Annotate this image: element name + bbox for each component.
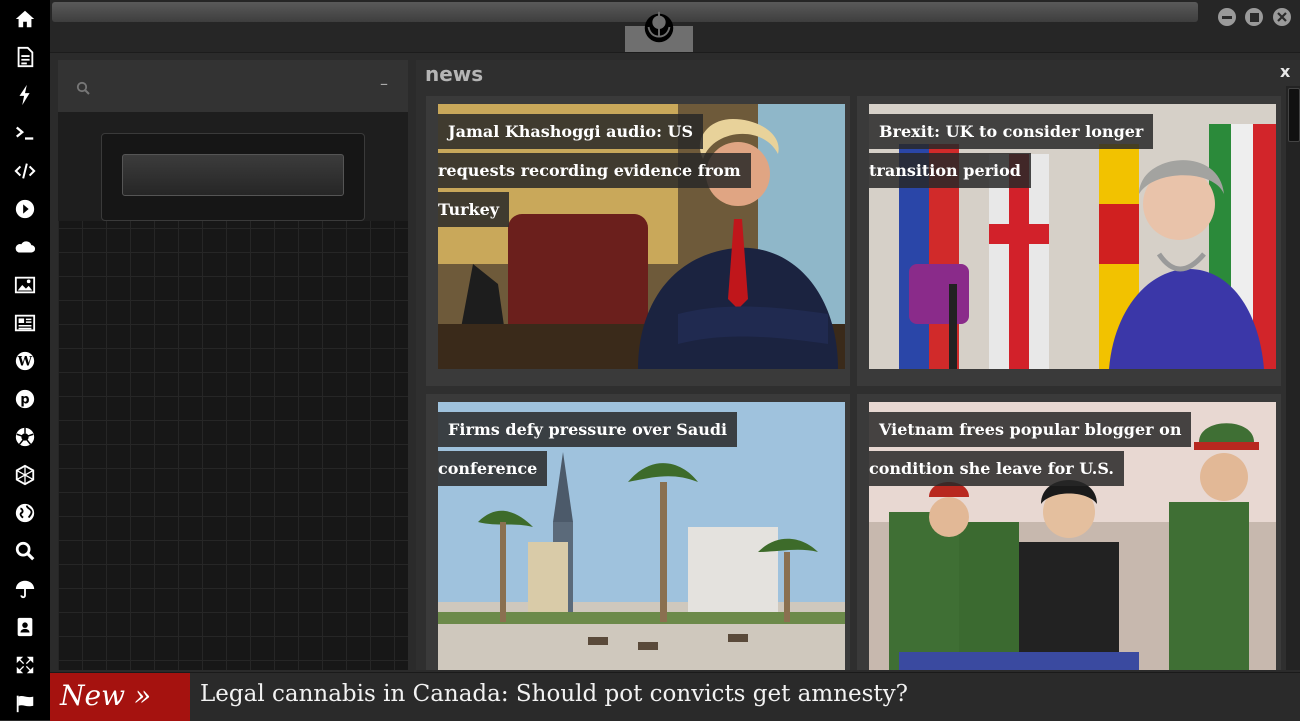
rebel-alliance-logo-icon xyxy=(644,11,674,43)
image-icon[interactable] xyxy=(12,272,38,298)
news-headline[interactable]: Jamal Khashoggi audio: US requests recor… xyxy=(438,112,768,229)
umbrella-icon[interactable] xyxy=(12,576,38,602)
document-icon[interactable] xyxy=(12,44,38,70)
code-icon[interactable] xyxy=(12,158,38,184)
collapse-button[interactable]: – xyxy=(380,74,388,93)
search-icon[interactable] xyxy=(12,538,38,564)
svg-text:W: W xyxy=(17,355,33,370)
widget-button[interactable] xyxy=(122,154,344,196)
news-headline[interactable]: Vietnam frees popular blogger on conditi… xyxy=(869,410,1199,488)
wordpress-icon[interactable]: W xyxy=(12,348,38,374)
left-panel: – xyxy=(58,60,408,670)
ticker-headline[interactable]: Legal cannabis in Canada: Should pot con… xyxy=(200,681,908,707)
news-headline[interactable]: Brexit: UK to consider longer transition… xyxy=(869,112,1199,190)
newspaper-icon[interactable] xyxy=(12,310,38,336)
sidebar: W p xyxy=(0,0,50,720)
news-panel: news x Jamal Khashoggi audio: US request… xyxy=(416,60,1300,670)
svg-text:p: p xyxy=(20,393,29,408)
news-card[interactable]: Vietnam frees popular blogger on conditi… xyxy=(857,394,1281,670)
left-panel-widget xyxy=(101,133,365,221)
news-card[interactable]: Brexit: UK to consider longer transition… xyxy=(857,96,1281,386)
lightning-icon[interactable] xyxy=(12,82,38,108)
news-ticker: New » Legal cannabis in Canada: Should p… xyxy=(50,672,1300,721)
cloud-icon[interactable] xyxy=(12,234,38,260)
address-bar[interactable] xyxy=(52,2,1198,22)
top-bar xyxy=(50,0,1300,53)
home-icon[interactable] xyxy=(12,6,38,32)
scrollbar[interactable] xyxy=(1286,86,1300,670)
close-icon xyxy=(1277,12,1287,22)
panel-title: news xyxy=(425,62,484,86)
close-panel-button[interactable]: x xyxy=(1280,62,1290,81)
left-panel-header: – xyxy=(58,60,408,113)
globe-icon[interactable] xyxy=(12,500,38,526)
terminal-icon[interactable] xyxy=(12,120,38,146)
pinterest-icon[interactable]: p xyxy=(12,386,38,412)
aperture-icon[interactable] xyxy=(12,424,38,450)
play-icon[interactable] xyxy=(12,196,38,222)
flag-icon[interactable] xyxy=(12,690,38,716)
news-card[interactable]: Firms defy pressure over Saudi conferenc… xyxy=(426,394,850,670)
search-icon[interactable] xyxy=(76,81,90,95)
expand-icon[interactable] xyxy=(12,652,38,678)
network-icon[interactable] xyxy=(12,462,38,488)
contacts-icon[interactable] xyxy=(12,614,38,640)
scrollbar-thumb[interactable] xyxy=(1288,88,1300,142)
minimize-button[interactable] xyxy=(1218,8,1236,26)
close-window-button[interactable] xyxy=(1273,8,1291,26)
news-headline[interactable]: Firms defy pressure over Saudi conferenc… xyxy=(438,410,768,488)
new-badge: New » xyxy=(50,673,190,721)
news-card[interactable]: Jamal Khashoggi audio: US requests recor… xyxy=(426,96,850,386)
maximize-button[interactable] xyxy=(1245,8,1263,26)
